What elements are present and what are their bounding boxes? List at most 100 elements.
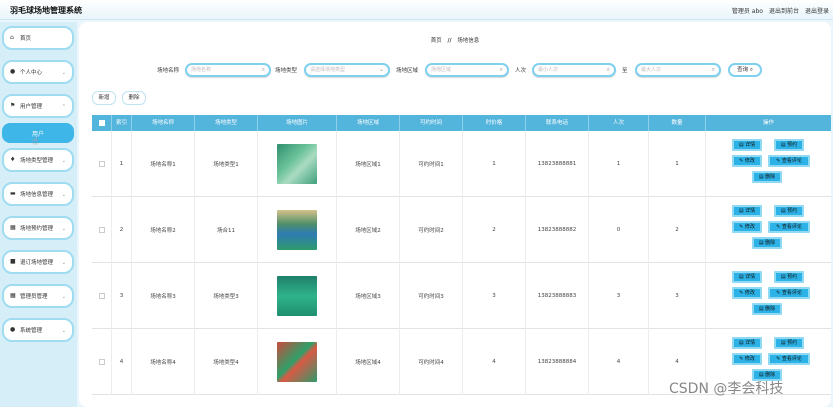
row-checkbox[interactable] [98,161,105,167]
row-checkbox[interactable] [98,359,105,365]
people-label: 人次 [515,68,527,74]
pin-icon: ♦ [10,156,16,163]
edit-button[interactable]: ✎ 修改 [732,155,762,167]
ops-cell: ▤ 详情 ▤ 预约 ✎ 修改 ✎ 查看评论 ▤ 删除 [706,131,831,197]
sidebar-item-users[interactable]: ⚑ 用户管理 ⌃ [2,94,74,118]
button-label: 删除 [765,306,776,312]
select-all-cell [92,115,112,131]
detail-button[interactable]: ▤ 详情 [732,271,762,283]
venue-type-select[interactable]: 请选择场地类型 ⌄ [304,63,390,77]
cell-area: 场地区域2 [337,197,400,263]
header-phone: 联系电话 [526,115,589,131]
chevron-down-icon: ⌄ [61,294,66,300]
view-reviews-button[interactable]: ✎ 查看评论 [768,221,810,233]
row-delete-button[interactable]: ▤ 删除 [752,303,782,315]
query-label: 查询 [737,67,749,73]
view-reviews-button[interactable]: ✎ 查看评论 [768,287,810,299]
button-label: 删除 [765,240,776,246]
edit-button[interactable]: ✎ 修改 [732,287,762,299]
breadcrumb-home[interactable]: 首页 [431,38,442,44]
venue-area-input[interactable]: 场地区域 ⌕ [425,63,509,77]
cell-price: 1 [463,131,526,197]
table-row: 3 场地名称3 场地类型3 场地区域3 可约时间3 3 13823888883 3 3 ▤ 详情 ▤… [92,263,831,329]
book-button[interactable]: ▤ 预约 [774,337,804,349]
venue-image [277,342,317,382]
button-label: 删除 [765,174,776,180]
search-icon: ⌕ [261,66,265,73]
chevron-down-icon: ⌄ [61,70,66,76]
sidebar-item-profile[interactable]: ● 个人中心 ⌄ [2,60,74,84]
max-people-input[interactable]: 最大人次 ⌕ [635,63,721,77]
range-to-label: 至 [622,68,628,74]
lock-icon: ■ [10,258,16,265]
venue-name-input[interactable]: 场地名称 ⌕ [185,63,271,77]
cell-index: 1 [112,131,132,197]
search-icon: ⌕ [499,66,503,73]
sidebar-item-admins[interactable]: ▦ 管理员管理 ⌄ [2,284,74,308]
ops-cell: ▤ 详情 ▤ 预约 ✎ 修改 ✎ 查看评论 ▤ 删除 [706,197,831,263]
min-people-input[interactable]: 最小人次 ⌕ [532,63,616,77]
book-button[interactable]: ▤ 预约 [774,271,804,283]
header-index: 索引 [112,115,132,131]
query-button[interactable]: 查询 ⌕ [728,63,762,77]
select-cell [92,131,112,197]
cell-count: 2 [649,197,706,263]
cell-phone: 13823888882 [526,197,589,263]
search-icon: ⌕ [711,66,715,73]
header-ops: 操作 [762,120,774,126]
edit-button[interactable]: ✎ 修改 [732,353,762,365]
sidebar-item-venue-types[interactable]: ♦ 场地类型管理 ⌄ [2,148,74,172]
card-icon: ▬ [10,190,16,197]
cell-area: 场地区域4 [337,329,400,395]
button-label: 查看评论 [781,290,802,296]
sidebar-item-label: 场地类型管理 [20,158,54,164]
cell-phone: 13823888884 [526,329,589,395]
row-delete-button[interactable]: ▤ 删除 [752,171,782,183]
delete-button[interactable]: 删除 [122,91,146,105]
book-button[interactable]: ▤ 预约 [774,139,804,151]
breadcrumb-separator: // [447,38,452,44]
grid-icon: ▦ [10,224,16,231]
edit-button[interactable]: ✎ 修改 [732,221,762,233]
min-people-placeholder: 最小人次 [538,67,559,73]
detail-button[interactable]: ▤ 详情 [732,139,762,151]
sidebar-item-label: 场地预约管理 [20,226,54,232]
sidebar-item-cancellations[interactable]: ■ 退订场地管理 ⌄ [2,250,74,274]
cell-people: 4 [589,329,649,395]
cell-price: 4 [463,329,526,395]
detail-button[interactable]: ▤ 详情 [732,337,762,349]
chevron-down-icon: ⌄ [61,226,66,232]
grid-icon: ▦ [10,292,16,299]
logout-link[interactable]: 退出登录 [805,6,829,15]
sidebar-item-label: 首页 [20,36,32,42]
select-all-checkbox[interactable] [98,119,105,126]
book-button[interactable]: ▤ 预约 [774,205,804,217]
sidebar-item-home[interactable]: ⌂ 首页 [2,26,74,50]
cell-time: 可约时间3 [400,263,463,329]
max-people-placeholder: 最大人次 [641,67,662,73]
sidebar-item-venue-info[interactable]: ▬ 场地信息管理 ⌄ [2,182,74,206]
home-icon: ⌂ [10,34,14,41]
row-checkbox[interactable] [98,293,105,299]
cell-people: 1 [589,131,649,197]
to-frontend-link[interactable]: 退出到前台 [769,6,799,15]
button-label: 详情 [745,340,756,346]
row-delete-button[interactable]: ▤ 删除 [752,237,782,249]
sidebar-item-bookings[interactable]: ▦ 场地预约管理 ⌄ [2,216,74,240]
view-reviews-button[interactable]: ✎ 查看评论 [768,353,810,365]
view-reviews-button[interactable]: ✎ 查看评论 [768,155,810,167]
sidebar: ⌂ 首页 ● 个人中心 ⌄ ⚑ 用户管理 ⌃ 用户 ♦ 场地类型管理 ⌄ ▬ 场… [0,22,77,407]
row-checkbox[interactable] [98,227,105,233]
button-label: 查看评论 [781,224,802,230]
venue-image [277,276,317,316]
header-time: 可约时间 [400,115,463,131]
sidebar-item-label: 管理员管理 [20,294,48,300]
cell-index: 3 [112,263,132,329]
sidebar-item-system[interactable]: ● 系统管理 ⌄ [2,318,74,342]
chevron-down-icon: ⌄ [61,328,66,334]
detail-button[interactable]: ▤ 详情 [732,205,762,217]
add-button[interactable]: 新增 [92,91,116,105]
cell-people: 3 [589,263,649,329]
cell-price: 3 [463,263,526,329]
select-cell [92,197,112,263]
